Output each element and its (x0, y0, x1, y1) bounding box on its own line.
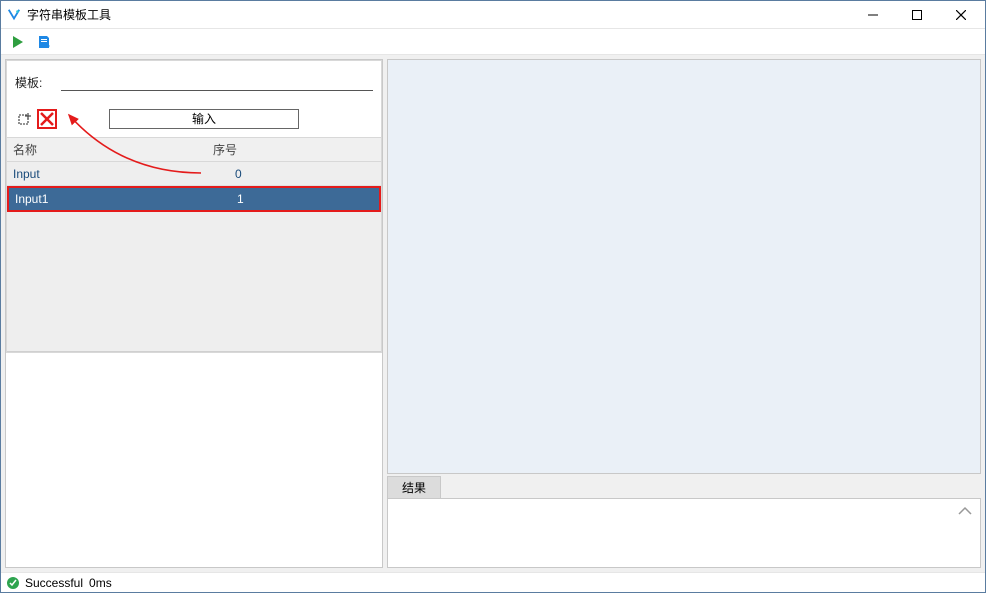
input-type-button[interactable]: 输入 (109, 109, 299, 129)
grid-headers: 名称 序号 (7, 137, 381, 162)
app-logo-icon (7, 8, 21, 22)
close-button[interactable] (939, 1, 983, 29)
left-panel: 模板: 输入 (5, 59, 383, 568)
left-blank-area (6, 353, 382, 567)
cell-name: Input (7, 167, 207, 181)
add-item-button[interactable] (15, 109, 35, 129)
header-name[interactable]: 名称 (7, 138, 207, 161)
export-button[interactable] (35, 33, 53, 51)
maximize-button[interactable] (895, 1, 939, 29)
template-input[interactable] (61, 73, 373, 91)
right-panel: 结果 (387, 59, 981, 568)
button-row: 输入 (15, 109, 373, 129)
delete-item-button[interactable] (37, 109, 57, 129)
result-panel[interactable] (387, 498, 981, 568)
grid-empty-area[interactable] (7, 212, 381, 352)
tab-result[interactable]: 结果 (387, 476, 441, 498)
header-index[interactable]: 序号 (207, 138, 381, 161)
titlebar: 字符串模板工具 (1, 1, 985, 29)
template-row: 模板: (15, 73, 373, 91)
preview-area[interactable] (387, 59, 981, 474)
run-button[interactable] (9, 33, 27, 51)
minimize-button[interactable] (851, 1, 895, 29)
cell-name: Input1 (9, 192, 209, 206)
main-content: 模板: 输入 (1, 55, 985, 572)
chevron-up-icon[interactable] (958, 505, 972, 519)
toolbar (1, 29, 985, 55)
cell-index: 1 (209, 192, 379, 206)
status-text: Successful (25, 576, 83, 590)
status-time: 0ms (89, 576, 112, 590)
statusbar: Successful 0ms (1, 572, 985, 592)
table-row[interactable]: Input 0 (7, 162, 381, 186)
cell-index: 0 (207, 167, 381, 181)
table-row[interactable]: Input1 1 (7, 186, 381, 212)
template-label: 模板: (15, 74, 61, 91)
result-tabs: 结果 (387, 476, 981, 498)
app-window: 字符串模板工具 模板: (0, 0, 986, 593)
window-title: 字符串模板工具 (27, 6, 111, 23)
grid-rows: Input 0 Input1 1 (7, 162, 381, 212)
status-ok-icon (7, 577, 19, 589)
